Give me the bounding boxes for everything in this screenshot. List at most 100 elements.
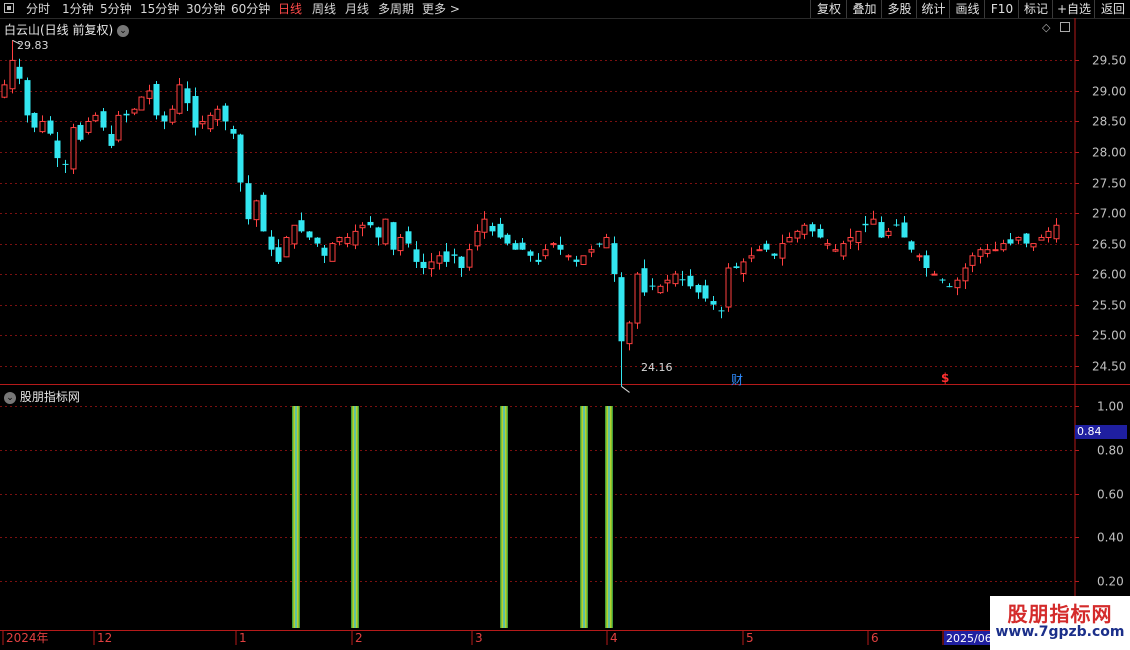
candle-body-down (237, 134, 244, 183)
candle-body-up (840, 243, 847, 257)
candle-body-up (1000, 243, 1007, 251)
signal-bar (351, 406, 359, 628)
price-tick-label: 28.50 (1092, 115, 1126, 129)
candle-body-down (923, 255, 930, 268)
candle-body-down (908, 241, 915, 250)
candle-body-up (176, 84, 183, 114)
candle-body-up (466, 249, 473, 268)
finance-event-mark[interactable]: 财 (731, 371, 743, 388)
current-value-badge: 0.84 (1075, 425, 1127, 439)
candle-body-up (855, 230, 862, 244)
candle-body-up (779, 243, 786, 259)
candle-body-up (756, 249, 763, 252)
diamond-icon[interactable]: ◇ (1042, 21, 1050, 34)
date-tick-label: 1 (239, 631, 247, 645)
candle-body-down (641, 268, 648, 293)
candle-body-up (436, 255, 443, 264)
candle-body-down (809, 224, 816, 232)
candle-body-up (1038, 236, 1045, 241)
candle-body-down (512, 243, 519, 250)
stock-title: 白云山(日线 前复权) (4, 23, 114, 37)
candle-body-up (1015, 236, 1022, 241)
candle-body-up (39, 120, 46, 133)
candle-body-down (504, 234, 511, 244)
watermark-url: www.7gpzb.com (995, 624, 1125, 640)
candle-body-up (214, 108, 221, 121)
candle-body-down (298, 220, 305, 232)
candle-body-up (748, 255, 755, 259)
candle-body-up (1, 84, 8, 98)
candle-body-down (161, 115, 168, 122)
min-pointer (621, 386, 630, 393)
candle-body-up (352, 230, 359, 246)
candle-body-down (375, 227, 382, 238)
candle-body-down (519, 242, 526, 250)
candle-body-down (497, 223, 504, 238)
candle-body-up (786, 236, 793, 243)
candle-body-up (9, 59, 16, 90)
candle-body-up (169, 108, 176, 123)
candle-body-down (16, 66, 23, 79)
chevron-down-icon[interactable]: ⌄ (117, 25, 130, 37)
candle-body-down (939, 279, 946, 281)
candle-body-down (108, 133, 115, 146)
candle-body-down (557, 244, 564, 250)
candle-body-up (664, 279, 671, 284)
candle-body-up (580, 255, 587, 265)
candle-body-up (85, 120, 92, 133)
indicator-tick-label: 0.60 (1097, 488, 1124, 502)
min-price-label: 24.16 (641, 361, 673, 374)
candle-body-up (542, 249, 549, 257)
candle-body-down (100, 111, 107, 128)
price-tick-label: 27.50 (1092, 177, 1126, 191)
indicator-tick-label: 0.40 (1097, 531, 1124, 545)
chart-title: 白云山(日线 前复权) ⌄ (4, 21, 130, 38)
candle-body-down (946, 286, 953, 288)
chevron-down-icon[interactable]: ⌄ (4, 392, 16, 404)
candle-body-up (336, 236, 343, 243)
panel-toggle-icon[interactable] (1060, 22, 1070, 32)
candle-body-down (230, 128, 237, 134)
candle-body-down (222, 105, 229, 122)
candle-body-up (474, 230, 481, 247)
date-cursor-label: 2025/06 (946, 632, 992, 645)
candle-body-down (245, 183, 252, 220)
candle-body-up (329, 243, 336, 262)
signal-bar (580, 406, 588, 628)
candle-body-down (527, 251, 534, 256)
candle-body-up (634, 273, 641, 324)
candle-body-down (260, 194, 267, 232)
candle-body-up (962, 267, 969, 282)
date-tick-label: 5 (746, 631, 754, 645)
candle-body-up (725, 267, 732, 308)
signal-bar (605, 406, 613, 628)
candle-body-down (443, 251, 450, 262)
candle-body-up (382, 218, 389, 245)
date-tick-label: 12 (97, 631, 112, 645)
candle-body-down (695, 285, 702, 293)
candle-body-down (649, 285, 656, 287)
candle-body-up (550, 243, 557, 246)
candle-body-down (321, 247, 328, 256)
candle-body-down (489, 225, 496, 232)
candle-body-up (603, 236, 610, 249)
candle-body-down (817, 228, 824, 238)
candle-body-down (596, 243, 603, 245)
candle-body-up (801, 224, 808, 235)
candle-body-down (611, 243, 618, 275)
price-tick-label: 28.00 (1092, 146, 1126, 160)
candle-body-down (862, 223, 869, 226)
candle-body-up (1053, 224, 1060, 240)
candle-body-up (969, 255, 976, 266)
candle-body-up (657, 285, 664, 294)
candle-body-up (207, 114, 214, 130)
candle-body-down (687, 275, 694, 287)
candle-body-up (359, 224, 366, 229)
candle-body-up (138, 96, 145, 111)
candle-body-up (588, 249, 595, 253)
kline-chart[interactable]: 29.50 29.00 28.50 28.00 27.50 27.00 26.50 26.00… (0, 0, 1130, 650)
candle-body-down (413, 249, 420, 262)
date-tick-label: 4 (610, 631, 618, 645)
dividend-event-mark[interactable]: $ (941, 371, 949, 385)
candle-body-up (794, 230, 801, 239)
